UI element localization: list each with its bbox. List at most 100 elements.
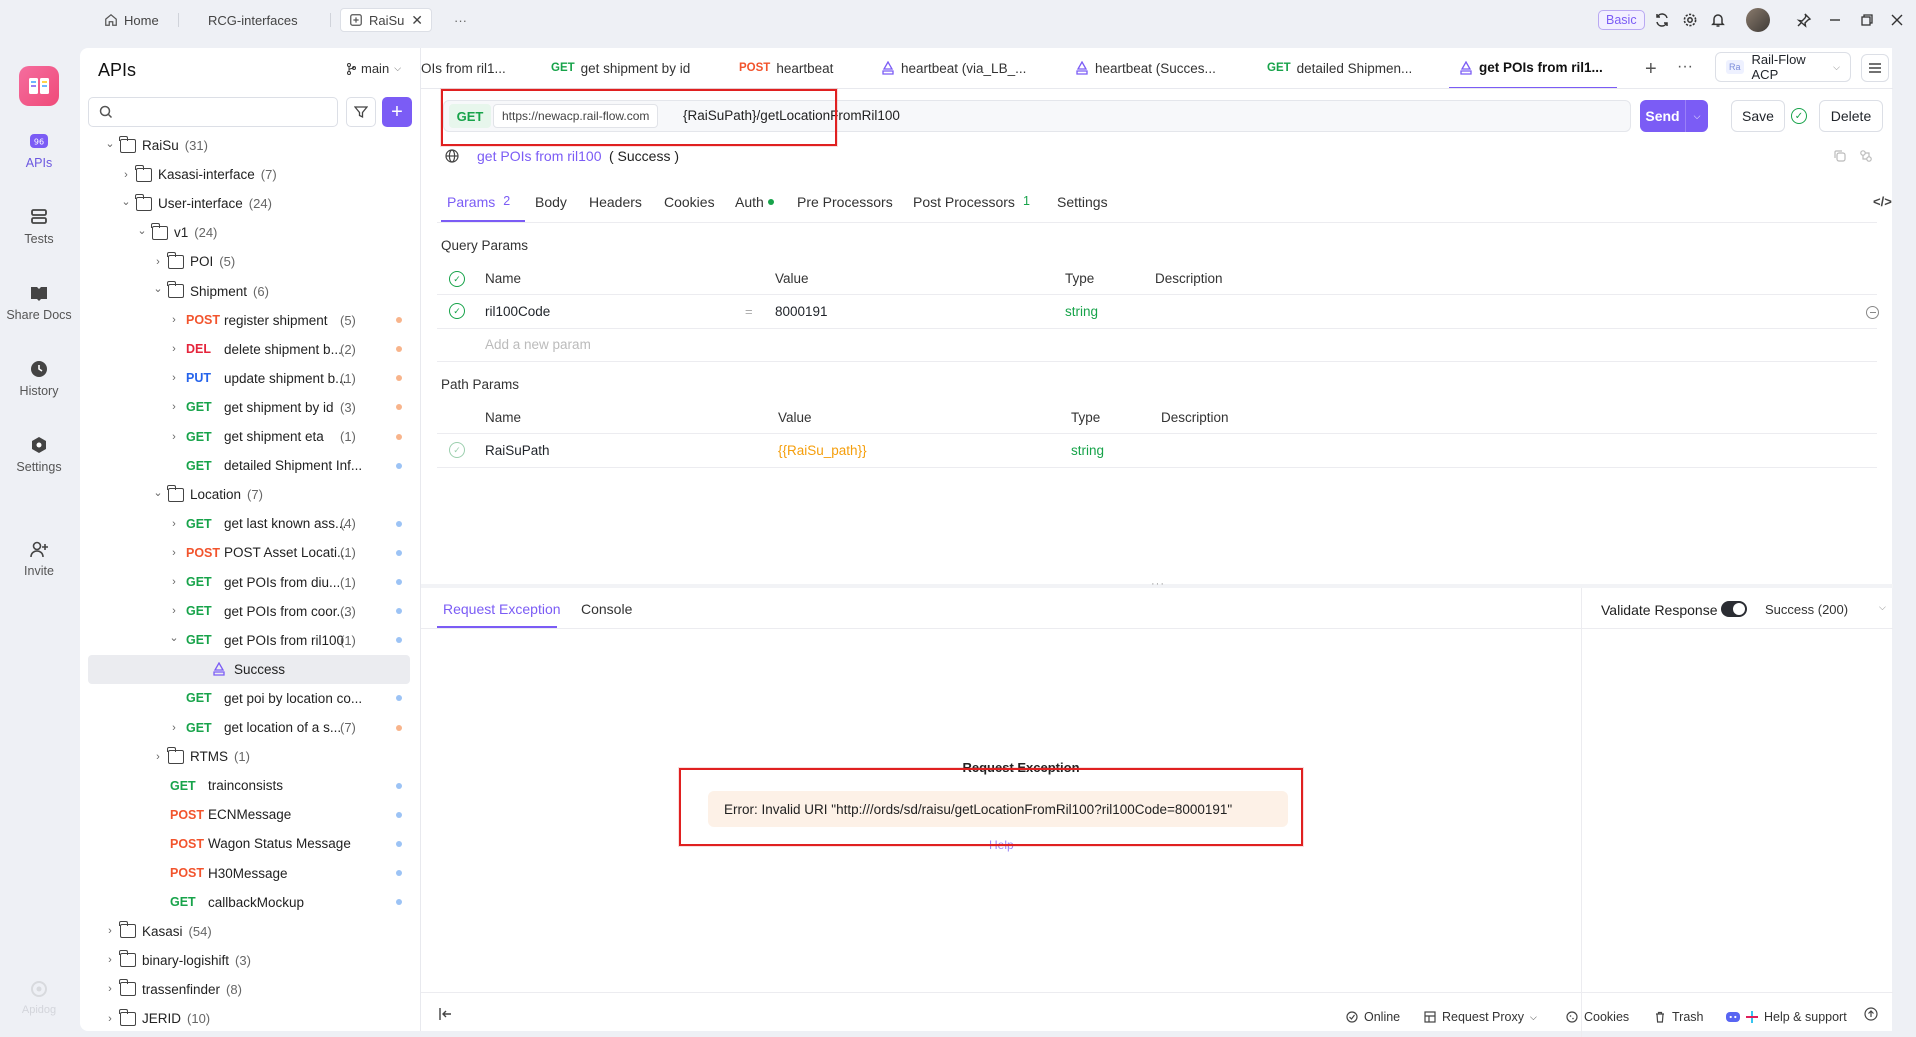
trash-status[interactable]: Trash [1654,1010,1704,1024]
tree-folder[interactable]: ⌄ Shipment (6) [80,277,420,306]
app-logo[interactable] [19,66,59,106]
tree-folder[interactable]: › Kasasi-interface (7) [80,160,420,189]
add-button[interactable]: + [382,97,412,127]
rail-history[interactable]: History [0,360,78,398]
rail-settings[interactable]: Settings [0,436,78,474]
code-icon[interactable]: </> [1873,194,1892,209]
remove-icon[interactable] [1866,306,1879,319]
close-icon[interactable]: ✕ [411,12,423,29]
rail-tests[interactable]: Tests [0,208,78,246]
tree-folder[interactable]: › RTMS (1) [80,742,420,771]
tree-folder[interactable]: ⌄ RaiSu (31) [80,131,420,160]
tab-auth[interactable]: Auth [735,194,774,210]
bell-icon[interactable] [1710,12,1726,28]
chevron-right-icon[interactable]: › [168,722,180,734]
tab-body[interactable]: Body [535,194,567,210]
chevron-down-icon[interactable]: ⌄ [168,632,180,644]
tree-endpoint[interactable]: POST H30Message [80,859,420,888]
filter-button[interactable] [346,97,376,127]
chevron-right-icon[interactable]: › [120,169,132,181]
send-button[interactable]: Send [1640,100,1686,132]
chevron-down-icon[interactable]: ⌵ [1879,602,1886,613]
pin-icon[interactable] [1796,12,1812,28]
chevron-right-icon[interactable]: › [168,401,180,413]
tab-post-processors[interactable]: Post Processors 1 [913,194,1030,210]
sync-icon[interactable] [1654,12,1670,28]
request-tab-active[interactable]: get POIs from ril1... [1449,48,1617,89]
tab-params[interactable]: Params 2 [447,194,510,210]
chevron-right-icon[interactable] [152,838,164,850]
chevron-down-icon[interactable]: ⌄ [136,224,148,237]
tree-folder[interactable]: › trassenfinder (8) [80,975,420,1004]
close-window-icon[interactable] [1890,12,1904,28]
request-name-link[interactable]: get POIs from ril100 [477,148,602,164]
chevron-right-icon[interactable]: › [152,256,164,268]
menu-button[interactable] [1861,54,1889,82]
tree-folder[interactable]: › JERID (10) [80,1004,420,1033]
param-type[interactable]: string [1071,443,1104,458]
chevron-down-icon[interactable]: ⌄ [152,486,164,499]
tree-folder[interactable]: › POI (5) [80,247,420,276]
chevron-right-icon[interactable]: › [168,431,180,443]
validate-toggle[interactable] [1721,601,1747,617]
request-proxy[interactable]: Request Proxy ⌵ [1424,1010,1537,1024]
chevron-right-icon[interactable]: › [168,343,180,355]
param-name[interactable]: ril100Code [485,304,550,319]
row-checkbox[interactable]: ✓ [449,303,465,319]
chevron-right-icon[interactable] [168,460,180,472]
tree-endpoint[interactable]: › GET get POIs from diu... (1) [80,568,420,597]
chevron-down-icon[interactable]: ⌄ [120,195,132,208]
request-tab[interactable]: GET detailed Shipmen... [1267,48,1412,88]
chevron-right-icon[interactable]: › [168,605,180,617]
drag-handle-icon[interactable]: ··· [1151,578,1165,590]
compare-icon[interactable] [1859,149,1873,163]
tree-example[interactable]: Success [88,654,410,684]
param-value[interactable]: {{RaiSu_path}} [778,443,867,458]
tree-endpoint[interactable]: › DEL delete shipment b... (2) [80,335,420,364]
chevron-right-icon[interactable]: › [168,518,180,530]
online-status[interactable]: Online [1346,1010,1400,1024]
minimize-icon[interactable] [1828,12,1842,28]
chevron-right-icon[interactable]: › [104,1013,116,1025]
select-all-checkbox[interactable]: ✓ [449,271,465,287]
sidebar-search[interactable] [88,97,338,127]
tree-endpoint[interactable]: GET get poi by location co... [80,684,420,713]
tab-request-exception[interactable]: Request Exception [443,601,561,617]
chevron-right-icon[interactable] [152,809,164,821]
tree-endpoint[interactable]: › POST POST Asset Locati... (1) [80,538,420,567]
cookies-status[interactable]: Cookies [1566,1010,1629,1024]
param-value[interactable]: 8000191 [775,304,828,319]
request-tab[interactable]: OIs from ril1... [421,48,506,88]
check-icon[interactable]: ✓ [1791,108,1807,124]
request-tab[interactable]: heartbeat (Succes... [1075,48,1216,88]
new-tab-button[interactable]: + [1645,58,1657,81]
tab-home[interactable]: Home [96,8,167,32]
branch-selector[interactable]: main ⌵ [346,61,401,76]
tree-endpoint[interactable]: › GET get location of a s... (7) [80,713,420,742]
chevron-right-icon[interactable]: › [168,314,180,326]
tab-pre-processors[interactable]: Pre Processors [797,194,893,210]
gear-icon[interactable] [1682,12,1698,28]
chevron-right-icon[interactable] [152,896,164,908]
plan-badge[interactable]: Basic [1598,10,1645,30]
chevron-right-icon[interactable]: › [104,954,116,966]
tree-folder[interactable]: ⌄ User-interface (24) [80,189,420,218]
tab-headers[interactable]: Headers [589,194,642,210]
help-support[interactable]: Help & support [1726,1010,1847,1024]
response-status-select[interactable]: Success (200) [1765,602,1848,617]
environment-selector[interactable]: Ra Rail-Flow ACP ⌵ [1715,52,1851,82]
row-checkbox[interactable]: ✓ [449,442,465,458]
tab-cookies[interactable]: Cookies [664,194,715,210]
tree-folder[interactable]: ⌄ v1 (24) [80,218,420,247]
tree-endpoint[interactable]: › GET get POIs from coor... (3) [80,597,420,626]
chevron-right-icon[interactable] [188,663,200,675]
tree-folder[interactable]: › binary-logishift (3) [80,946,420,975]
tab-console[interactable]: Console [581,601,632,617]
chevron-right-icon[interactable]: › [104,983,116,995]
chevron-right-icon[interactable] [152,780,164,792]
collapse-sidebar-icon[interactable] [439,1008,453,1020]
tree-endpoint[interactable]: › PUT update shipment b... (1) [80,364,420,393]
chevron-right-icon[interactable] [168,692,180,704]
search-input[interactable] [121,104,321,120]
param-name[interactable]: RaiSuPath [485,443,550,458]
